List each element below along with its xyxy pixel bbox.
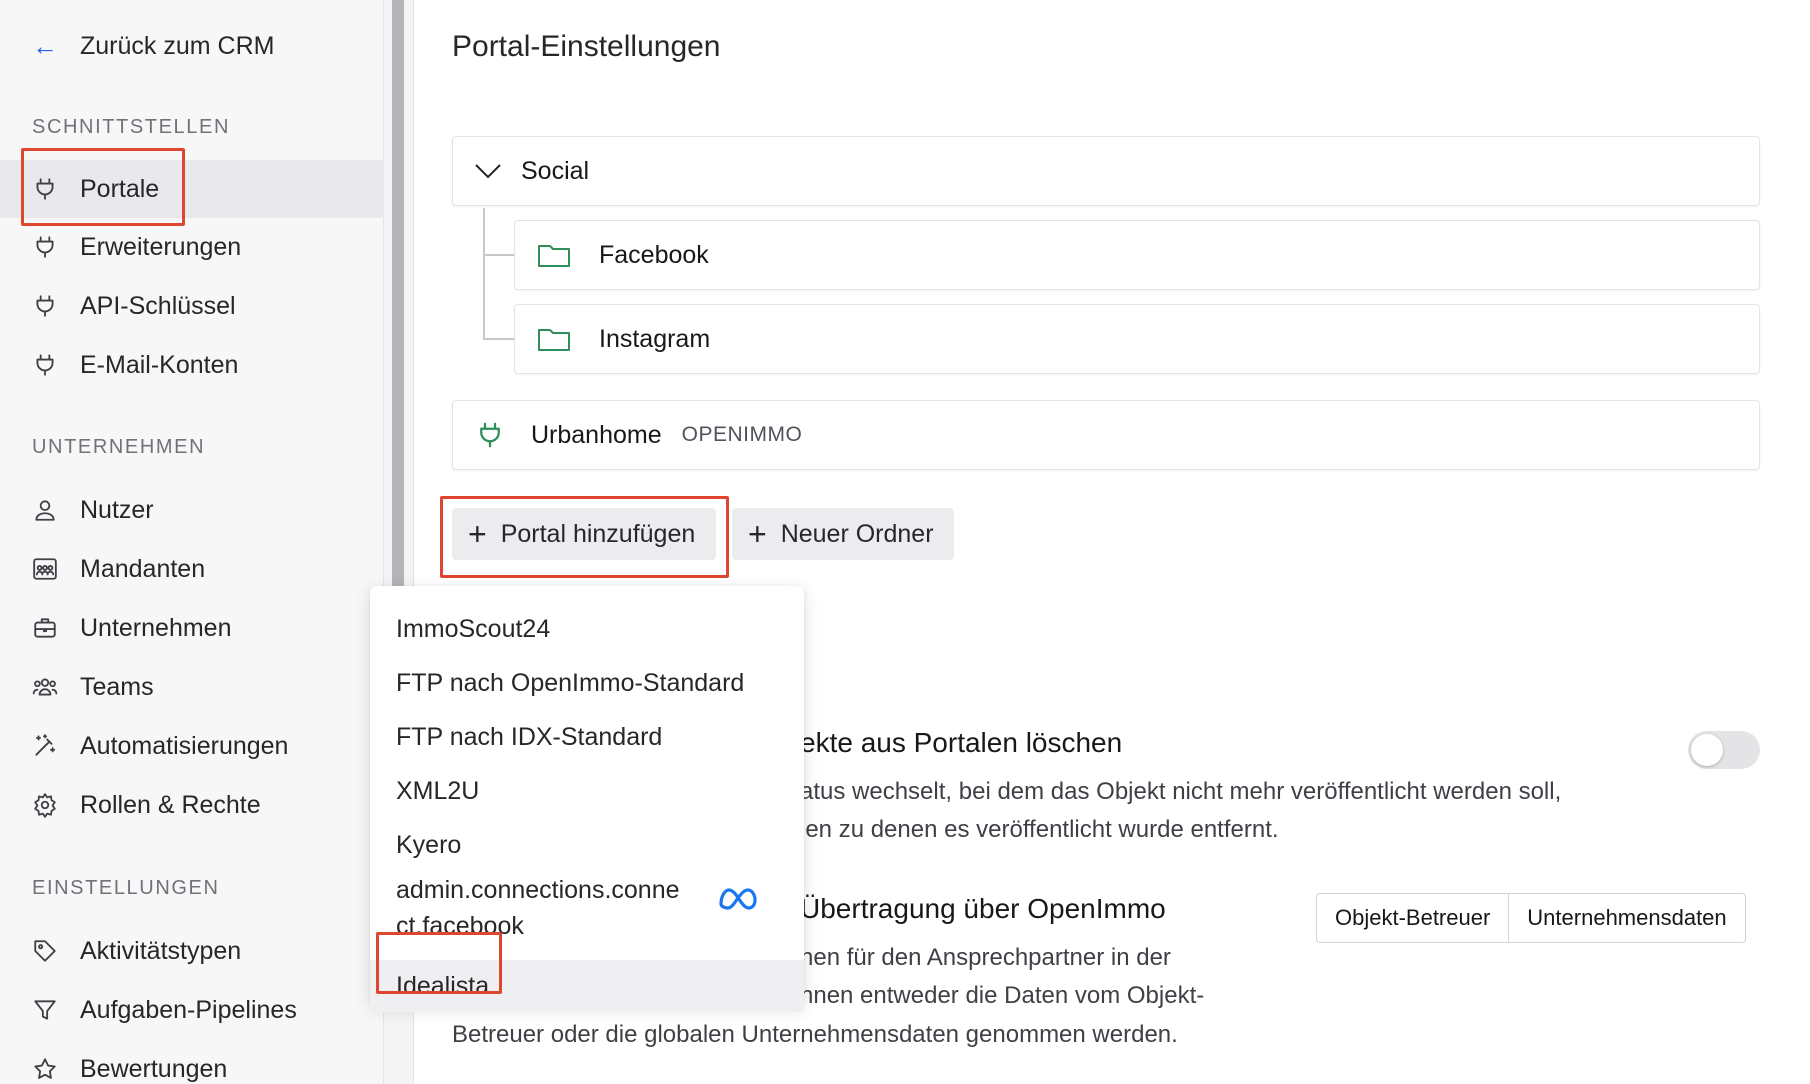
- sidebar-item-api-schluessel[interactable]: API-Schlüssel: [0, 277, 384, 335]
- new-folder-label: Neuer Ordner: [780, 519, 934, 548]
- tree-connector: [483, 338, 515, 340]
- back-to-crm-label: Zurück zum CRM: [80, 31, 275, 60]
- sidebar-item-label: Nutzer: [80, 495, 154, 524]
- tree-connector: [483, 208, 485, 339]
- portal-row-urbanhome[interactable]: Urbanhome OPENIMMO: [452, 400, 1760, 470]
- people-grid-icon: [32, 554, 80, 584]
- sidebar-item-email-konten[interactable]: E-Mail-Konten: [0, 336, 384, 394]
- page-title: Portal-Einstellungen: [452, 30, 721, 63]
- sidebar-item-label: Aufgaben-Pipelines: [80, 995, 297, 1024]
- setting-description-delete-line: len zu denen es veröffentlicht wurde ent…: [800, 816, 1279, 843]
- sidebar-item-label: API-Schlüssel: [80, 291, 236, 320]
- sidebar-item-label: E-Mail-Konten: [80, 350, 239, 379]
- tree-folder-instagram[interactable]: Instagram: [514, 304, 1760, 374]
- user-icon: [32, 495, 80, 525]
- setting-heading-delete: ekte aus Portalen löschen: [800, 727, 1123, 758]
- tree-folder-social[interactable]: Social: [452, 136, 1760, 206]
- portal-name-urbanhome: Urbanhome: [531, 420, 662, 449]
- section-title-unternehmen: UNTERNEHMEN: [32, 436, 206, 458]
- plug-icon: [32, 291, 80, 321]
- sidebar-item-label: Teams: [80, 672, 154, 701]
- sidebar-item-unternehmen[interactable]: Unternehmen: [0, 599, 384, 657]
- sidebar-item-label: Portale: [80, 174, 160, 203]
- tree-label-social: Social: [521, 156, 590, 185]
- sidebar-item-label: Unternehmen: [80, 613, 232, 642]
- plug-icon: [32, 350, 80, 380]
- sidebar: ← Zurück zum CRM SCHNITTSTELLEN Portale …: [0, 0, 384, 1084]
- delete-from-portals-toggle[interactable]: [1688, 731, 1760, 769]
- plug-icon: [32, 232, 80, 262]
- dropdown-item-ftp-idx[interactable]: FTP nach IDX-Standard: [370, 712, 804, 762]
- setting-heading-openimmo: Übertragung über OpenImmo: [800, 893, 1166, 924]
- add-portal-label: Portal hinzufügen: [500, 519, 696, 548]
- plus-icon: +: [748, 516, 767, 552]
- plug-icon: [32, 174, 80, 204]
- dropdown-item-ftp-openimmo[interactable]: FTP nach OpenImmo-Standard: [370, 658, 804, 708]
- portal-type-tag: OPENIMMO: [681, 423, 803, 446]
- dropdown-item-xml2u[interactable]: XML2U: [370, 766, 804, 816]
- add-portal-button[interactable]: + Portal hinzufügen: [452, 508, 716, 560]
- sidebar-item-label: Automatisierungen: [80, 731, 289, 760]
- tag-icon: [32, 936, 80, 966]
- back-to-crm-link[interactable]: ← Zurück zum CRM: [32, 28, 274, 64]
- sidebar-item-teams[interactable]: Teams: [0, 658, 384, 716]
- gear-icon: [32, 790, 80, 820]
- team-icon: [32, 672, 80, 702]
- sidebar-item-label: Rollen & Rechte: [80, 790, 261, 819]
- sidebar-item-label: Erweiterungen: [80, 232, 242, 261]
- folder-icon: [537, 242, 571, 268]
- app-root: ← Zurück zum CRM SCHNITTSTELLEN Portale …: [0, 0, 1810, 1084]
- dropdown-item-idealista[interactable]: Idealista: [370, 960, 804, 1012]
- tree-folder-facebook[interactable]: Facebook: [514, 220, 1760, 290]
- portal-dropdown-menu: ImmoScout24 FTP nach OpenImmo-Standard F…: [370, 586, 804, 1012]
- sidebar-item-aktivitaetstypen[interactable]: Aktivitätstypen: [0, 922, 384, 980]
- tree-label-facebook: Facebook: [599, 240, 709, 269]
- sidebar-item-portale[interactable]: Portale: [0, 160, 384, 218]
- sidebar-item-label: Mandanten: [80, 554, 206, 583]
- sidebar-item-label: Bewertungen: [80, 1054, 228, 1083]
- sidebar-item-nutzer[interactable]: Nutzer: [0, 481, 384, 539]
- star-icon: [32, 1054, 80, 1084]
- section-title-einstellungen: EINSTELLUNGEN: [32, 877, 220, 899]
- setting-description-openimmo-line: nen für den Ansprechpartner in der: [800, 944, 1171, 971]
- setting-description-delete-line: atus wechselt, bei dem das Objekt nicht …: [800, 778, 1562, 805]
- setting-description-openimmo-line: Betreuer oder die globalen Unternehmensd…: [452, 1021, 1178, 1048]
- briefcase-icon: [32, 613, 80, 643]
- filter-icon: [32, 995, 80, 1025]
- arrow-left-icon: ←: [32, 30, 58, 61]
- chevron-down-icon[interactable]: [473, 161, 503, 181]
- toggle-knob: [1691, 734, 1723, 766]
- scrollbar-thumb[interactable]: [392, 0, 404, 592]
- sidebar-item-aufgaben-pipelines[interactable]: Aufgaben-Pipelines: [0, 981, 384, 1039]
- tree-label-instagram: Instagram: [599, 324, 711, 353]
- option-unternehmensdaten[interactable]: Unternehmensdaten: [1508, 894, 1744, 942]
- option-objekt-betreuer[interactable]: Objekt-Betreuer: [1317, 894, 1508, 942]
- sidebar-item-bewertungen[interactable]: Bewertungen: [0, 1040, 384, 1084]
- dropdown-item-immoscout24[interactable]: ImmoScout24: [370, 604, 804, 654]
- meta-logo-icon: [718, 886, 758, 915]
- section-title-schnittstellen: SCHNITTSTELLEN: [32, 116, 230, 138]
- tree-connector: [483, 254, 515, 256]
- sidebar-item-erweiterungen[interactable]: Erweiterungen: [0, 218, 384, 276]
- sidebar-item-label: Aktivitätstypen: [80, 936, 242, 965]
- sidebar-item-automatisierungen[interactable]: Automatisierungen: [0, 717, 384, 775]
- plus-icon: +: [468, 516, 487, 552]
- contact-source-segmented: Objekt-Betreuer Unternehmensdaten: [1316, 893, 1746, 943]
- setting-description-openimmo-line: nnen entweder die Daten vom Objekt-: [800, 982, 1205, 1009]
- folder-icon: [537, 326, 571, 352]
- new-folder-button[interactable]: + Neuer Ordner: [732, 508, 954, 560]
- sidebar-item-rollen-rechte[interactable]: Rollen & Rechte: [0, 776, 384, 834]
- magic-wand-icon: [32, 731, 80, 761]
- plug-icon: [475, 419, 505, 451]
- sidebar-item-mandanten[interactable]: Mandanten: [0, 540, 384, 598]
